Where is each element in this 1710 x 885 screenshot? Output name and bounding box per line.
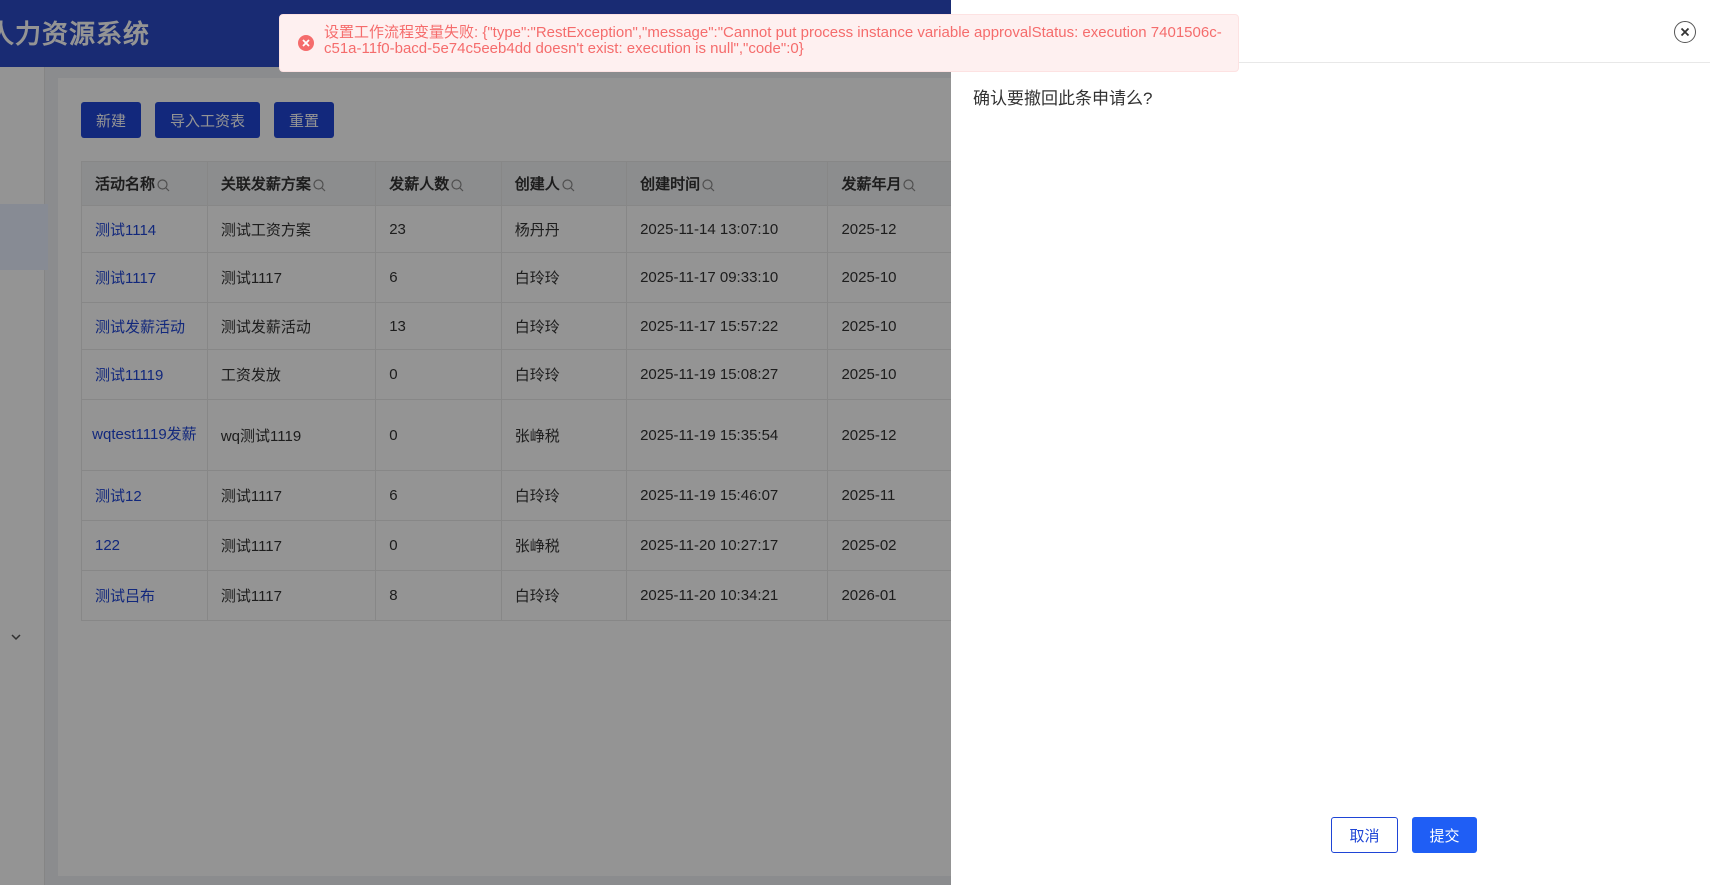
cancel-button[interactable]: 取消 xyxy=(1331,817,1398,853)
modal-overlay[interactable] xyxy=(0,0,951,885)
close-icon xyxy=(1680,27,1690,37)
submit-button[interactable]: 提交 xyxy=(1412,817,1477,853)
close-button[interactable] xyxy=(1674,21,1696,43)
error-icon xyxy=(298,35,314,51)
error-message: 设置工作流程变量失败: {"type":"RestException","mes… xyxy=(324,24,1222,57)
confirm-drawer: 确认要撤回此条申请么? 取消 提交 xyxy=(951,0,1710,885)
drawer-footer: 取消 提交 xyxy=(1331,817,1477,853)
confirm-message: 确认要撤回此条申请么? xyxy=(973,89,1153,108)
error-toast: 设置工作流程变量失败: {"type":"RestException","mes… xyxy=(279,14,1239,72)
